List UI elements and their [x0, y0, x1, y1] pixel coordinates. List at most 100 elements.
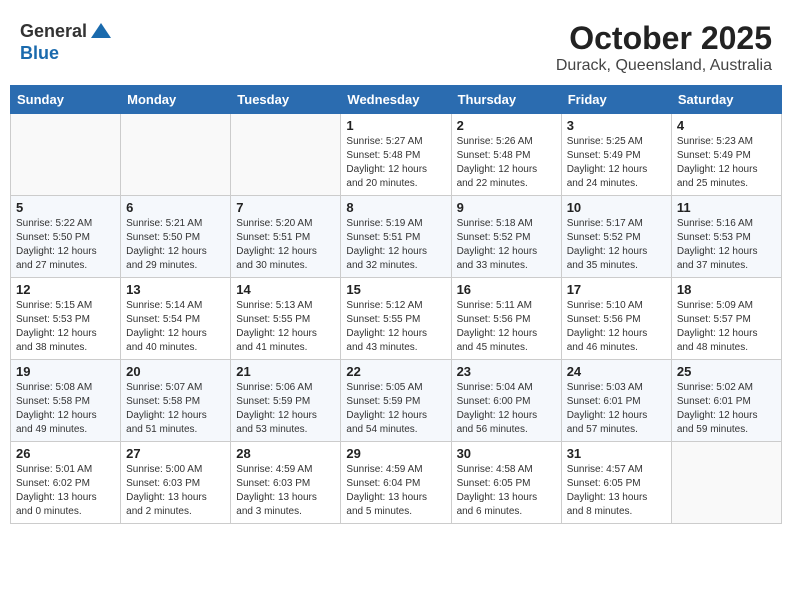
day-number: 5: [16, 200, 115, 215]
calendar-cell: 29Sunrise: 4:59 AM Sunset: 6:04 PM Dayli…: [341, 442, 451, 524]
calendar-cell: 21 Sunrise: 5:06 AM Sunset: 5:59 PM Dayli…: [231, 360, 341, 442]
calendar-cell: 3 Sunrise: 5:25 AM Sunset: 5:49 PM Daylig…: [561, 114, 671, 196]
title-section: October 2025 Durack, Queensland, Austral…: [556, 20, 772, 75]
calendar-cell: 25 Sunrise: 5:02 AM Sunset: 6:01 PM Dayli…: [671, 360, 781, 442]
day-info: Sunrise: 5:21 AM Sunset: 5:50 PM Dayligh…: [126, 217, 225, 273]
calendar-cell: 24Sunrise: 5:03 AM Sunset: 6:01 PM Dayli…: [561, 360, 671, 442]
day-number: 18: [677, 282, 776, 297]
day-number: 16: [457, 282, 556, 297]
day-number: 19: [16, 364, 115, 379]
logo-icon: [89, 20, 113, 44]
day-info: Sunrise: 5:19 AM Sunset: 5:51 PM Dayligh…: [346, 217, 445, 273]
day-info: Sunrise: 5:00 AM Sunset: 6:03 PM Dayligh…: [126, 463, 225, 519]
day-number: 28: [236, 446, 335, 461]
weekday-header-row: SundayMondayTuesdayWednesdayThursdayFrid…: [11, 86, 782, 114]
day-info: Sunrise: 5:02 AM Sunset: 6:01 PM Dayligh…: [677, 381, 776, 437]
calendar-cell: 5Sunrise: 5:22 AM Sunset: 5:50 PM Daylig…: [11, 196, 121, 278]
day-number: 22: [346, 364, 445, 379]
day-info: Sunrise: 5:17 AM Sunset: 5:52 PM Dayligh…: [567, 217, 666, 273]
day-info: Sunrise: 5:25 AM Sunset: 5:49 PM Dayligh…: [567, 135, 666, 191]
day-number: 21: [236, 364, 335, 379]
day-number: 3: [567, 118, 666, 133]
calendar-cell: [671, 442, 781, 524]
logo-blue: Blue: [20, 44, 113, 64]
day-number: 29: [346, 446, 445, 461]
calendar-cell: [231, 114, 341, 196]
day-info: Sunrise: 5:06 AM Sunset: 5:59 PM Dayligh…: [236, 381, 335, 437]
calendar-cell: 27 Sunrise: 5:00 AM Sunset: 6:03 PM Dayli…: [121, 442, 231, 524]
calendar-cell: 18 Sunrise: 5:09 AM Sunset: 5:57 PM Dayli…: [671, 278, 781, 360]
calendar-cell: 22 Sunrise: 5:05 AM Sunset: 5:59 PM Dayli…: [341, 360, 451, 442]
day-number: 31: [567, 446, 666, 461]
calendar-cell: 13 Sunrise: 5:14 AM Sunset: 5:54 PM Dayli…: [121, 278, 231, 360]
weekday-header-sunday: Sunday: [11, 86, 121, 114]
day-number: 14: [236, 282, 335, 297]
calendar-cell: 16 Sunrise: 5:11 AM Sunset: 5:56 PM Dayli…: [451, 278, 561, 360]
calendar-cell: 9 Sunrise: 5:18 AM Sunset: 5:52 PM Daylig…: [451, 196, 561, 278]
day-info: Sunrise: 5:16 AM Sunset: 5:53 PM Dayligh…: [677, 217, 776, 273]
logo: General Blue: [20, 20, 113, 64]
calendar-cell: 4 Sunrise: 5:23 AM Sunset: 5:49 PM Daylig…: [671, 114, 781, 196]
calendar-cell: [11, 114, 121, 196]
day-info: Sunrise: 4:58 AM Sunset: 6:05 PM Dayligh…: [457, 463, 556, 519]
calendar-cell: 23 Sunrise: 5:04 AM Sunset: 6:00 PM Dayli…: [451, 360, 561, 442]
day-info: Sunrise: 5:10 AM Sunset: 5:56 PM Dayligh…: [567, 299, 666, 355]
day-number: 13: [126, 282, 225, 297]
day-number: 24: [567, 364, 666, 379]
day-number: 1: [346, 118, 445, 133]
day-info: Sunrise: 5:13 AM Sunset: 5:55 PM Dayligh…: [236, 299, 335, 355]
weekday-header-friday: Friday: [561, 86, 671, 114]
day-number: 12: [16, 282, 115, 297]
calendar-cell: 2Sunrise: 5:26 AM Sunset: 5:48 PM Daylig…: [451, 114, 561, 196]
day-info: Sunrise: 5:12 AM Sunset: 5:55 PM Dayligh…: [346, 299, 445, 355]
calendar-cell: 17Sunrise: 5:10 AM Sunset: 5:56 PM Dayli…: [561, 278, 671, 360]
day-number: 23: [457, 364, 556, 379]
page-header: General Blue October 2025 Durack, Queens…: [10, 10, 782, 80]
day-info: Sunrise: 5:18 AM Sunset: 5:52 PM Dayligh…: [457, 217, 556, 273]
day-info: Sunrise: 5:09 AM Sunset: 5:57 PM Dayligh…: [677, 299, 776, 355]
calendar-week-row: 12 Sunrise: 5:15 AM Sunset: 5:53 PM Dayli…: [11, 278, 782, 360]
calendar-cell: 30Sunrise: 4:58 AM Sunset: 6:05 PM Dayli…: [451, 442, 561, 524]
day-info: Sunrise: 4:59 AM Sunset: 6:03 PM Dayligh…: [236, 463, 335, 519]
day-info: Sunrise: 5:05 AM Sunset: 5:59 PM Dayligh…: [346, 381, 445, 437]
calendar-cell: 20Sunrise: 5:07 AM Sunset: 5:58 PM Dayli…: [121, 360, 231, 442]
calendar-week-row: 26 Sunrise: 5:01 AM Sunset: 6:02 PM Dayli…: [11, 442, 782, 524]
day-number: 6: [126, 200, 225, 215]
day-info: Sunrise: 5:15 AM Sunset: 5:53 PM Dayligh…: [16, 299, 115, 355]
day-number: 11: [677, 200, 776, 215]
logo-general: General: [20, 22, 87, 42]
calendar-cell: 31 Sunrise: 4:57 AM Sunset: 6:05 PM Dayli…: [561, 442, 671, 524]
day-info: Sunrise: 5:23 AM Sunset: 5:49 PM Dayligh…: [677, 135, 776, 191]
calendar-cell: 7 Sunrise: 5:20 AM Sunset: 5:51 PM Daylig…: [231, 196, 341, 278]
weekday-header-saturday: Saturday: [671, 86, 781, 114]
day-number: 26: [16, 446, 115, 461]
calendar-cell: 28 Sunrise: 4:59 AM Sunset: 6:03 PM Dayli…: [231, 442, 341, 524]
day-info: Sunrise: 5:26 AM Sunset: 5:48 PM Dayligh…: [457, 135, 556, 191]
day-number: 9: [457, 200, 556, 215]
calendar-cell: 26 Sunrise: 5:01 AM Sunset: 6:02 PM Dayli…: [11, 442, 121, 524]
day-info: Sunrise: 5:01 AM Sunset: 6:02 PM Dayligh…: [16, 463, 115, 519]
day-info: Sunrise: 5:04 AM Sunset: 6:00 PM Dayligh…: [457, 381, 556, 437]
calendar-table: SundayMondayTuesdayWednesdayThursdayFrid…: [10, 85, 782, 524]
weekday-header-thursday: Thursday: [451, 86, 561, 114]
day-info: Sunrise: 5:20 AM Sunset: 5:51 PM Dayligh…: [236, 217, 335, 273]
day-number: 27: [126, 446, 225, 461]
weekday-header-wednesday: Wednesday: [341, 86, 451, 114]
calendar-cell: 8 Sunrise: 5:19 AM Sunset: 5:51 PM Daylig…: [341, 196, 451, 278]
day-info: Sunrise: 4:57 AM Sunset: 6:05 PM Dayligh…: [567, 463, 666, 519]
calendar-cell: 14 Sunrise: 5:13 AM Sunset: 5:55 PM Dayli…: [231, 278, 341, 360]
day-number: 15: [346, 282, 445, 297]
day-info: Sunrise: 5:11 AM Sunset: 5:56 PM Dayligh…: [457, 299, 556, 355]
day-number: 4: [677, 118, 776, 133]
day-number: 7: [236, 200, 335, 215]
day-info: Sunrise: 5:14 AM Sunset: 5:54 PM Dayligh…: [126, 299, 225, 355]
weekday-header-tuesday: Tuesday: [231, 86, 341, 114]
calendar-cell: 1Sunrise: 5:27 AM Sunset: 5:48 PM Daylig…: [341, 114, 451, 196]
day-number: 25: [677, 364, 776, 379]
location-title: Durack, Queensland, Australia: [556, 57, 772, 75]
day-number: 20: [126, 364, 225, 379]
calendar-cell: 6 Sunrise: 5:21 AM Sunset: 5:50 PM Daylig…: [121, 196, 231, 278]
day-number: 10: [567, 200, 666, 215]
day-number: 8: [346, 200, 445, 215]
calendar-cell: 15 Sunrise: 5:12 AM Sunset: 5:55 PM Dayli…: [341, 278, 451, 360]
